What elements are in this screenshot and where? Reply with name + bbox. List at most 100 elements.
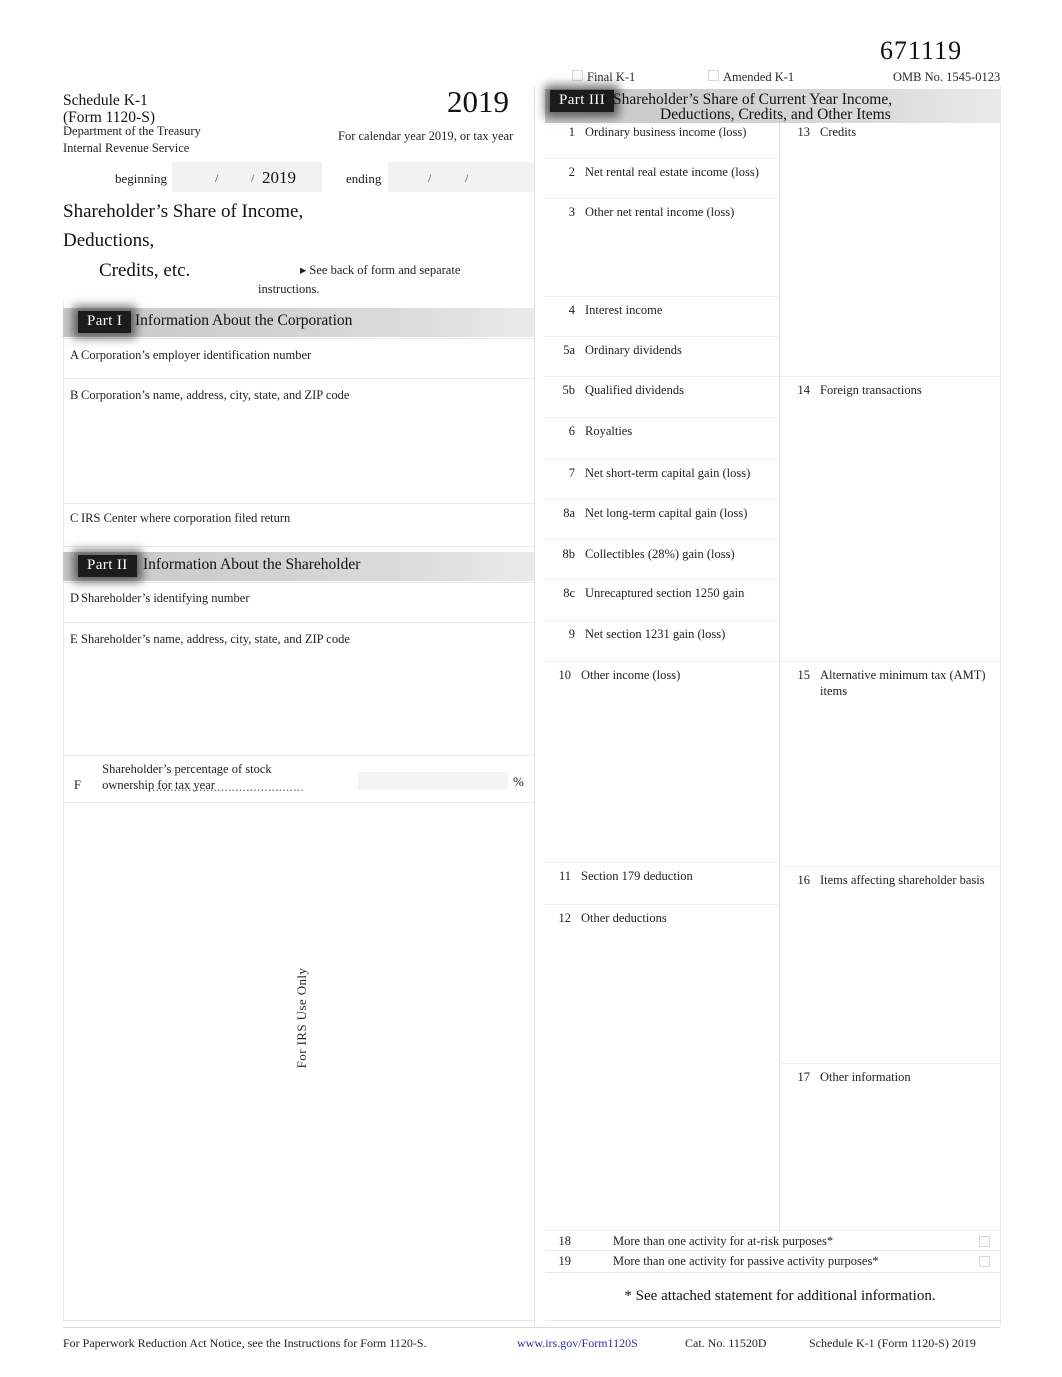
- item-8b-number: 8b: [562, 547, 576, 561]
- item-7-input[interactable]: [546, 481, 778, 498]
- rule-item-14: [780, 661, 1000, 662]
- rule-item-8b: [545, 579, 779, 580]
- item-17-number: 17: [797, 1070, 811, 1084]
- item-16-input[interactable]: [781, 889, 999, 1061]
- item-5a: 5a Ordinary dividends: [553, 342, 775, 358]
- item-2-input[interactable]: [546, 180, 778, 197]
- field-f-label-line1: Shareholder’s percentage of stock: [102, 762, 272, 776]
- item-8a-input[interactable]: [546, 521, 778, 538]
- item-5b: 5b Qualified dividends: [553, 382, 775, 398]
- see-back-line2: instructions.: [258, 282, 320, 296]
- see-back-note: ▸ See back of form and separate instruct…: [258, 259, 460, 296]
- item-15-input[interactable]: [781, 700, 999, 864]
- item-6-number: 6: [568, 424, 575, 438]
- item-16: 16 Items affecting shareholder basis: [788, 872, 998, 888]
- rule-item-3: [545, 296, 779, 297]
- item-3-input[interactable]: [546, 220, 778, 295]
- item-4-input[interactable]: [546, 318, 778, 335]
- rule-item-16: [780, 1063, 1000, 1064]
- item-3: 3 Other net rental income (loss): [553, 204, 775, 220]
- paperwork-notice: For Paperwork Reduction Act Notice, see …: [63, 1336, 427, 1350]
- beginning-date-field[interactable]: [172, 162, 322, 192]
- rule-part2-f: [63, 755, 534, 756]
- item-12-label: Other deductions: [581, 911, 667, 925]
- field-d-label: Shareholder’s identifying number: [81, 591, 250, 605]
- final-k1-label: Final K-1: [587, 70, 636, 84]
- row-18-checkbox[interactable]: [979, 1236, 990, 1247]
- item-13-label: Credits: [820, 125, 857, 139]
- field-e-input[interactable]: [64, 644, 533, 754]
- rule-part2-d: [63, 582, 534, 583]
- beginning-year-value: 2019: [262, 168, 296, 187]
- item-10: 10 Other income (loss): [549, 667, 775, 683]
- field-c-input[interactable]: [64, 524, 533, 545]
- item-13-input[interactable]: [781, 140, 999, 374]
- calendar-year-text: For calendar year 2019, or tax year: [338, 129, 514, 143]
- item-8b-input[interactable]: [546, 562, 778, 579]
- field-c-label: IRS Center where corporation filed retur…: [81, 511, 291, 525]
- field-b-input[interactable]: [64, 400, 533, 502]
- dept-line2: Internal Revenue Service: [63, 140, 190, 155]
- item-16-label: Items affecting shareholder basis: [820, 873, 985, 887]
- department-block: Department of the Treasury Internal Reve…: [63, 123, 201, 157]
- amended-k1-checkbox[interactable]: [708, 70, 719, 81]
- irs-use-only-label: For IRS Use Only: [294, 967, 309, 1069]
- rule-bottom-box: [545, 1320, 1000, 1321]
- item-17-input[interactable]: [781, 1086, 999, 1228]
- rule-item-5a: [545, 376, 779, 377]
- item-8c-input[interactable]: [546, 601, 778, 619]
- form-year: 2019: [447, 84, 509, 119]
- rule-item-11: [545, 904, 779, 905]
- row-19-checkbox[interactable]: [979, 1256, 990, 1267]
- item-13: 13 Credits: [788, 124, 998, 140]
- item-7-label: Net short-term capital gain (loss): [585, 466, 751, 480]
- item-13-number: 13: [797, 125, 811, 139]
- item-14-input[interactable]: [781, 399, 999, 659]
- item-5b-label: Qualified dividends: [585, 383, 684, 397]
- ending-slash-2: /: [465, 171, 469, 185]
- irs-url-link[interactable]: www.irs.gov/Form1120S: [517, 1336, 638, 1351]
- item-6-label: Royalties: [585, 424, 633, 438]
- item-8a: 8a Net long-term capital gain (loss): [553, 505, 775, 521]
- item-9-input[interactable]: [546, 642, 778, 660]
- final-k1-checkbox[interactable]: [572, 70, 583, 81]
- item-17-label: Other information: [820, 1070, 911, 1084]
- item-14-label: Foreign transactions: [820, 383, 922, 397]
- rule-item-1: [545, 158, 779, 159]
- item-5a-input[interactable]: [546, 358, 778, 375]
- item-9: 9 Net section 1231 gain (loss): [553, 626, 775, 642]
- item-10-input[interactable]: [546, 684, 778, 861]
- item-10-label: Other income (loss): [581, 668, 681, 682]
- item-12-input[interactable]: [546, 927, 778, 1229]
- item-5a-number: 5a: [563, 343, 575, 357]
- row-19-number: 19: [558, 1254, 572, 1268]
- omb-number: OMB No. 1545-0123: [893, 70, 1001, 84]
- item-1-input[interactable]: [546, 140, 778, 157]
- schedule-title-line1: Schedule K-1: [63, 92, 148, 109]
- item-2-number: 2: [568, 165, 575, 179]
- item-6-input[interactable]: [546, 440, 778, 458]
- attached-statement-note: * See attached statement for additional …: [624, 1288, 936, 1304]
- item-16-number: 16: [797, 873, 811, 887]
- page-border-right: [1000, 86, 1001, 1326]
- part3-chip: Part III: [550, 90, 615, 112]
- field-f-input[interactable]: [358, 772, 508, 790]
- item-9-number: 9: [568, 627, 575, 641]
- rule-part1-b: [63, 378, 534, 379]
- item-3-number: 3: [568, 205, 575, 219]
- schedule-title: Schedule K-1 (Form 1120-S): [63, 92, 155, 127]
- ending-date-field[interactable]: [388, 162, 534, 192]
- rule-row-18: [545, 1250, 1000, 1251]
- rule-item-8a: [545, 539, 779, 540]
- item-12-number: 12: [558, 911, 572, 925]
- field-a-input[interactable]: [64, 360, 533, 377]
- row-18-label: More than one activity for at-risk purpo…: [613, 1234, 834, 1248]
- rule-part1-c: [63, 503, 534, 504]
- item-11-input[interactable]: [546, 884, 778, 903]
- field-d-input[interactable]: [64, 604, 533, 621]
- item-8c-number: 8c: [563, 586, 575, 600]
- item-1-number: 1: [568, 125, 575, 139]
- item-14: 14 Foreign transactions: [788, 382, 998, 398]
- item-5b-input[interactable]: [546, 398, 778, 416]
- main-title-line2: Deductions,: [63, 230, 155, 252]
